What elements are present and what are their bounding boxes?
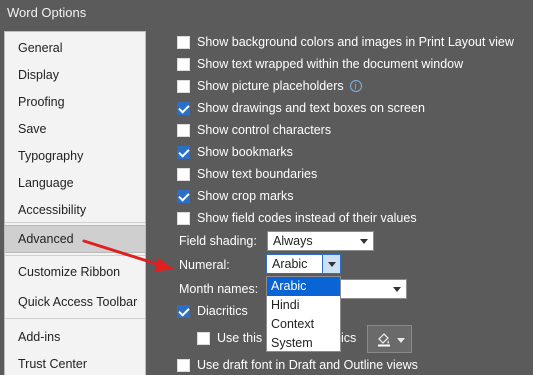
paint-bucket-icon	[376, 331, 392, 350]
field-shading-value: Always	[273, 234, 313, 248]
option-background-colors[interactable]: Show background colors and images in Pri…	[177, 33, 514, 51]
chevron-down-icon	[328, 262, 336, 267]
checkbox-checked[interactable]	[177, 145, 190, 159]
window-title: Word Options	[7, 5, 87, 20]
option-bookmarks[interactable]: Show bookmarks	[177, 143, 293, 161]
numeral-option-context[interactable]: Context	[267, 315, 340, 334]
option-control-characters[interactable]: Show control characters	[177, 121, 331, 139]
checkbox-checked[interactable]	[177, 304, 190, 318]
use-this-color-label-end: ics	[341, 331, 357, 345]
info-icon[interactable]: i	[349, 80, 362, 92]
sidebar-item-display[interactable]: Display	[5, 62, 145, 88]
option-label: Show picture placeholders	[197, 79, 344, 93]
checkbox[interactable]	[197, 331, 210, 345]
sidebar-item-add-ins[interactable]: Add-ins	[5, 324, 145, 350]
field-shading-label: Field shading:	[179, 234, 257, 248]
diacritics-option[interactable]: Diacritics	[177, 302, 248, 320]
option-text-wrapped[interactable]: Show text wrapped within the document wi…	[177, 55, 463, 73]
option-label: Show background colors and images in Pri…	[197, 35, 514, 49]
checkbox[interactable]	[177, 35, 190, 49]
field-shading-select[interactable]: Always	[267, 231, 374, 251]
option-picture-placeholders[interactable]: Show picture placeholders i	[177, 77, 362, 95]
use-this-color-option[interactable]: Use this c	[197, 329, 272, 347]
chevron-down-icon	[360, 239, 368, 244]
chevron-down-icon[interactable]	[397, 338, 405, 343]
sidebar-item-accessibility[interactable]: Accessibility	[5, 197, 145, 223]
field-shading-row: Field shading:	[179, 232, 257, 250]
checkbox[interactable]	[177, 167, 190, 181]
diacritic-color-button[interactable]	[367, 325, 412, 353]
checkbox[interactable]	[177, 358, 190, 372]
use-this-color-label-start: Use this c	[217, 331, 272, 345]
chevron-down-icon	[393, 287, 401, 292]
month-names-select[interactable]	[340, 279, 407, 299]
sidebar-item-language[interactable]: Language	[5, 170, 145, 196]
numeral-dropdown-button[interactable]	[322, 255, 340, 273]
numeral-option-system[interactable]: System	[267, 334, 340, 353]
option-label: Show text wrapped within the document wi…	[197, 57, 464, 71]
checkbox[interactable]	[177, 123, 190, 137]
sidebar-item-quick-access-toolbar[interactable]: Quick Access Toolbar	[5, 289, 145, 315]
sidebar-item-trust-center[interactable]: Trust Center	[5, 351, 145, 375]
option-label: Show drawings and text boxes on screen	[197, 101, 425, 115]
option-label: Show control characters	[197, 123, 332, 137]
option-label: Show text boundaries	[197, 167, 318, 181]
sidebar-divider	[5, 222, 145, 223]
checkbox[interactable]	[177, 79, 190, 93]
option-label: Show bookmarks	[197, 145, 293, 159]
checkbox-checked[interactable]	[177, 189, 190, 203]
option-drawings-text-boxes[interactable]: Show drawings and text boxes on screen	[177, 99, 425, 117]
option-label: Show field codes instead of their values	[197, 211, 417, 225]
option-label: Use draft font in Draft and Outline view…	[197, 358, 418, 372]
numeral-dropdown-list: Arabic Hindi Context System	[266, 276, 341, 352]
numeral-label: Numeral:	[179, 258, 230, 272]
diacritics-label: Diacritics	[197, 304, 248, 318]
checkbox-checked[interactable]	[177, 101, 190, 115]
use-this-color-label-tail: ics	[341, 329, 356, 347]
checkbox[interactable]	[177, 211, 190, 225]
checkbox[interactable]	[177, 57, 190, 71]
month-names-label: Month names:	[179, 282, 259, 296]
month-names-row: Month names:	[179, 280, 258, 298]
sidebar-item-proofing[interactable]: Proofing	[5, 89, 145, 115]
numeral-select[interactable]: Arabic	[266, 254, 341, 274]
sidebar-item-save[interactable]: Save	[5, 116, 145, 142]
sidebar: General Display Proofing Save Typography…	[4, 31, 146, 375]
numeral-value: Arabic	[272, 257, 308, 271]
annotation-arrow-icon	[82, 239, 174, 272]
option-label: Show crop marks	[197, 189, 294, 203]
numeral-option-hindi[interactable]: Hindi	[267, 296, 340, 315]
option-draft-font[interactable]: Use draft font in Draft and Outline view…	[177, 356, 418, 374]
sidebar-item-general[interactable]: General	[5, 35, 145, 61]
option-field-codes[interactable]: Show field codes instead of their values	[177, 209, 417, 227]
sidebar-item-typography[interactable]: Typography	[5, 143, 145, 169]
numeral-row: Numeral:	[179, 256, 230, 274]
option-text-boundaries[interactable]: Show text boundaries	[177, 165, 317, 183]
sidebar-divider	[5, 318, 145, 319]
title-bar: Word Options	[0, 0, 533, 28]
option-crop-marks[interactable]: Show crop marks	[177, 187, 294, 205]
numeral-option-arabic[interactable]: Arabic	[267, 277, 340, 296]
